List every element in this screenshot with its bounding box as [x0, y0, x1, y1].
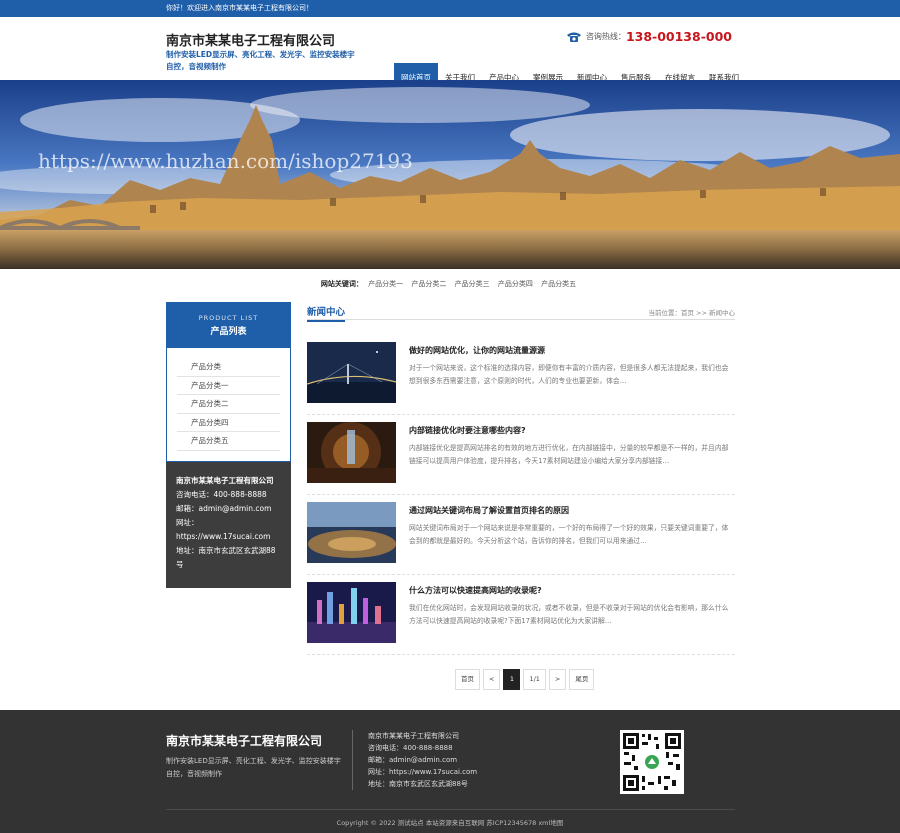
footer-company: 南京市某某电子工程有限公司 [166, 734, 323, 748]
news-summary: 我们在优化网站时，会发现网站收录的状况，或者不收录，但是不收录对于网站的优化会有… [409, 604, 729, 625]
footer-line [166, 809, 735, 810]
qr-code [620, 730, 684, 794]
contact-company: 南京市某某电子工程有限公司 [176, 476, 274, 485]
news-item[interactable]: 通过网站关键词布局了解设置首页排名的原因 网站关键词布局对于一个网站来说是非常重… [307, 502, 735, 564]
sidebar: PRODUCT LIST 产品列表 产品分类 产品分类一 产品分类二 产品分类四… [166, 302, 291, 588]
sidebar-contact: 南京市某某电子工程有限公司 咨询电话：400-888-8888 邮箱：admin… [166, 462, 291, 588]
news-thumbnail[interactable] [307, 582, 396, 643]
contact-email: 邮箱：admin@admin.com [176, 504, 272, 513]
breadcrumb: 当前位置：首页 >> 新闻中心 [648, 309, 735, 317]
news-title[interactable]: 通过网站关键词布局了解设置首页排名的原因 [409, 505, 569, 516]
divider [307, 574, 735, 575]
hero-banner[interactable]: https://www.huzhan.com/ishop27193 [0, 80, 900, 269]
footer-info-address: 地址：南京市玄武区玄武湖88号 [368, 780, 468, 788]
footer-contact: 南京市某某电子工程有限公司 咨询电话：400-888-8888 邮箱：admin… [368, 730, 477, 790]
contact-site: 网址：https://www.17sucai.com [176, 518, 271, 541]
news-section-header: 新闻中心 当前位置：首页 >> 新闻中心 [307, 302, 735, 322]
sidebar-header: PRODUCT LIST 产品列表 [166, 302, 291, 348]
footer-info-phone: 咨询电话：400-888-8888 [368, 744, 453, 752]
footer-info-site: 网址：https://www.17sucai.com [368, 768, 478, 776]
footer: 南京市某某电子工程有限公司 制作安装LED显示屏、亮化工程、发光字、监控安装楼宇… [0, 710, 900, 833]
footer-info-email: 邮箱：admin@admin.com [368, 756, 458, 764]
prev-page-button[interactable]: < [483, 669, 501, 690]
news-item[interactable]: 做好的网站优化，让你的网站流量源源 对于一个网站来说，这个标准的选择内容，即便你… [307, 342, 735, 404]
news-title[interactable]: 内部链接优化时要注意哪些内容? [409, 425, 526, 436]
keyword-link[interactable]: 产品分类三 [455, 280, 490, 288]
category-item[interactable]: 产品分类一 [177, 377, 280, 395]
last-page-button[interactable]: 尾页 [569, 669, 595, 690]
current-page[interactable]: 1 [503, 669, 521, 690]
product-category-list: 产品分类 产品分类一 产品分类二 产品分类四 产品分类五 [166, 348, 291, 462]
hotline-label: 咨询热线： [585, 32, 626, 41]
divider [307, 494, 735, 495]
copyright: Copyright © 2022 测试站点 本站资源来自互联网 苏ICP1234… [336, 819, 564, 827]
footer-divider [352, 730, 353, 790]
pagination: 首页 < 1 1/1 > 尾页 [455, 669, 595, 690]
keyword-link[interactable]: 产品分类五 [541, 280, 576, 288]
category-item[interactable]: 产品分类二 [177, 395, 280, 414]
contact-phone: 咨询电话：400-888-8888 [176, 490, 267, 499]
hotline-number: 138-00138-000 [625, 29, 732, 44]
news-thumbnail[interactable] [307, 342, 396, 403]
footer-info-company: 南京市某某电子工程有限公司 [368, 732, 459, 740]
keyword-label: 网站关键词： [320, 280, 363, 288]
keyword-bar: 网站关键词： 产品分类一 产品分类二 产品分类三 产品分类四 产品分类五 [0, 279, 900, 289]
sidebar-title: 产品列表 [210, 327, 247, 337]
news-item[interactable]: 内部链接优化时要注意哪些内容? 内部链接优化是提高网站排名的有效的地方进行优化，… [307, 422, 735, 484]
next-page-button[interactable]: > [548, 669, 567, 690]
keyword-link[interactable]: 产品分类二 [411, 280, 446, 288]
hotline: 咨询热线： 138-00138-000 [566, 29, 732, 44]
divider [307, 414, 735, 415]
category-item[interactable]: 产品分类 [177, 358, 280, 377]
news-thumbnail[interactable] [307, 502, 396, 563]
divider [307, 654, 735, 655]
category-item[interactable]: 产品分类四 [177, 414, 280, 432]
keyword-link[interactable]: 产品分类四 [498, 280, 533, 288]
footer-slogan: 制作安装LED显示屏、亮化工程、发光字、监控安装楼宇自控，音视频制作 [166, 757, 341, 778]
page-count: 1/1 [523, 669, 546, 690]
welcome-text: 你好！欢迎进入南京市某某电子工程有限公司！ [166, 4, 313, 12]
sidebar-title-en: PRODUCT LIST [198, 314, 259, 322]
news-title[interactable]: 做好的网站优化，让你的网站流量源源 [409, 345, 545, 356]
news-title[interactable]: 什么方法可以快速提高网站的收录呢? [409, 585, 542, 596]
section-title: 新闻中心 [307, 304, 346, 322]
header: 南京市某某电子工程有限公司 制作安装LED显示屏、亮化工程、发光字、监控安装楼宇… [0, 17, 900, 93]
news-summary: 内部链接优化是提高网站排名的有效的地方进行优化，在内部链接中，分量的较早都是不一… [409, 444, 729, 465]
welcome-bar: 你好！欢迎进入南京市某某电子工程有限公司！ [0, 0, 900, 17]
news-thumbnail[interactable] [307, 422, 396, 483]
company-name[interactable]: 南京市某某电子工程有限公司 [166, 30, 335, 49]
news-summary: 对于一个网站来说，这个标准的选择内容，即便你有丰富的介质内容，但是很多人都无法提… [409, 364, 729, 385]
banner-watermark: https://www.huzhan.com/ishop27193 [38, 149, 413, 173]
keyword-link[interactable]: 产品分类一 [368, 280, 403, 288]
news-item[interactable]: 什么方法可以快速提高网站的收录呢? 我们在优化网站时，会发现网站收录的状况，或者… [307, 582, 735, 644]
news-section: 新闻中心 当前位置：首页 >> 新闻中心 做好的网站优化，让你的网站流量源源 对… [307, 302, 735, 655]
phone-icon [566, 32, 581, 42]
banner-image: https://www.huzhan.com/ishop27193 [0, 80, 900, 269]
contact-address: 地址：南京市玄武区玄武湖88号 [176, 546, 276, 569]
first-page-button[interactable]: 首页 [455, 669, 480, 690]
category-item[interactable]: 产品分类五 [177, 432, 280, 451]
company-slogan: 制作安装LED显示屏、亮化工程、发光字、监控安装楼宇自控，音视频制作 [166, 50, 355, 71]
news-summary: 网站关键词布局对于一个网站来说是非常重要的，一个好的布局得了一个好的效果，只要关… [409, 524, 729, 545]
